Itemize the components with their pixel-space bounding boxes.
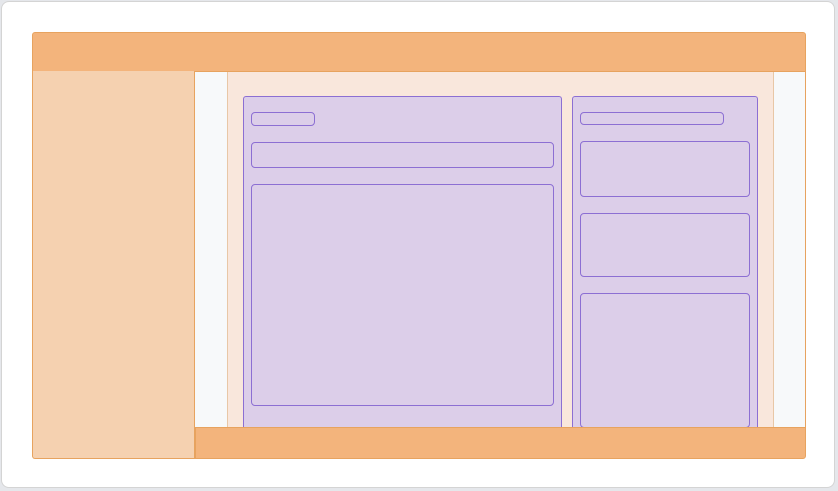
header-region (32, 32, 806, 72)
side-card-2 (580, 213, 750, 277)
side-panel-title-placeholder (580, 112, 724, 125)
sidebar-region (32, 71, 195, 459)
left-gutter (195, 72, 228, 428)
main-panel-body-placeholder (251, 184, 554, 406)
main-panel-title-placeholder (251, 112, 315, 126)
right-gutter (773, 72, 806, 428)
footer-region (195, 427, 806, 459)
side-card-1 (580, 141, 750, 197)
side-card-3 (580, 293, 750, 428)
main-panel-toolbar-placeholder (251, 142, 554, 168)
